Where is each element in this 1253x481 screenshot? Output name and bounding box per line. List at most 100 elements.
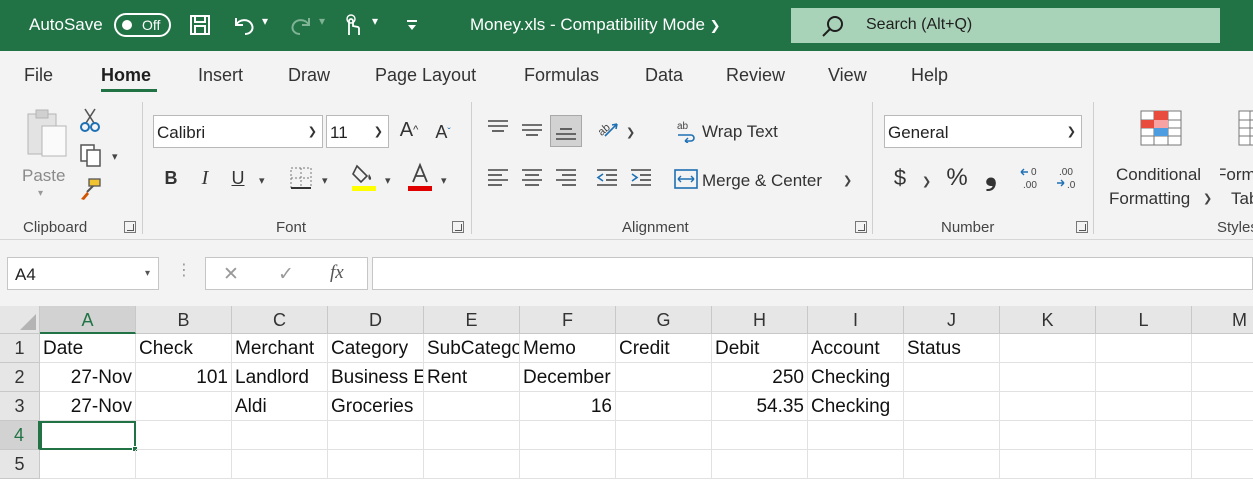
select-all-button[interactable] (0, 306, 40, 334)
tab-file[interactable]: File (24, 65, 53, 86)
wrap-text-icon[interactable]: ab (674, 118, 700, 144)
column-header-i[interactable]: I (808, 306, 904, 334)
document-title[interactable]: Money.xls - Compatibility Mode ❯ (470, 15, 721, 35)
cell-d5[interactable] (328, 450, 424, 479)
cell-m4[interactable] (1192, 421, 1253, 450)
tab-insert[interactable]: Insert (198, 65, 243, 86)
cell-d1[interactable]: Category (328, 334, 424, 363)
cell-k5[interactable] (1000, 450, 1096, 479)
cell-j2[interactable] (904, 363, 1000, 392)
wrap-text-button[interactable]: Wrap Text (702, 122, 778, 142)
align-bottom-icon[interactable] (550, 115, 582, 147)
cell-f1[interactable]: Memo (520, 334, 616, 363)
cell-c3[interactable]: Aldi (232, 392, 328, 421)
currency-format-button[interactable]: $ (888, 164, 912, 192)
cell-m3[interactable] (1192, 392, 1253, 421)
cell-i4[interactable] (808, 421, 904, 450)
tab-home[interactable]: Home (101, 65, 151, 86)
cell-g5[interactable] (616, 450, 712, 479)
tab-formulas[interactable]: Formulas (524, 65, 599, 86)
cell-j4[interactable] (904, 421, 1000, 450)
italic-button[interactable]: I (192, 164, 218, 192)
cell-e2[interactable]: Rent (424, 363, 520, 392)
cell-m2[interactable] (1192, 363, 1253, 392)
font-name-select[interactable]: Calibri ❯ (153, 115, 323, 148)
cell-k2[interactable] (1000, 363, 1096, 392)
bold-button[interactable]: B (158, 164, 184, 192)
touch-mode-icon[interactable] (340, 12, 364, 38)
cell-e1[interactable]: SubCatego (424, 334, 520, 363)
tab-draw[interactable]: Draw (288, 65, 330, 86)
align-left-icon[interactable] (484, 164, 512, 192)
cell-d3[interactable]: Groceries (328, 392, 424, 421)
cell-j3[interactable] (904, 392, 1000, 421)
cell-i3[interactable]: Checking (808, 392, 904, 421)
percent-format-button[interactable]: % (943, 164, 971, 192)
cell-l5[interactable] (1096, 450, 1192, 479)
row-header-5[interactable]: 5 (0, 450, 40, 479)
cell-h5[interactable] (712, 450, 808, 479)
cell-f3[interactable]: 16 (520, 392, 616, 421)
cell-g2[interactable] (616, 363, 712, 392)
paste-button[interactable]: Paste ▾ (22, 106, 70, 199)
orientation-icon[interactable]: ab (594, 114, 622, 142)
cell-b4[interactable] (136, 421, 232, 450)
cancel-entry-icon[interactable]: ✕ (223, 263, 239, 286)
cell-a2[interactable]: 27-Nov (40, 363, 136, 392)
cell-g3[interactable] (616, 392, 712, 421)
borders-icon[interactable] (287, 164, 315, 192)
cell-e5[interactable] (424, 450, 520, 479)
clipboard-launcher-icon[interactable] (124, 221, 136, 233)
column-header-f[interactable]: F (520, 306, 616, 334)
cell-a5[interactable] (40, 450, 136, 479)
formula-bar-grip-icon[interactable]: ⋮ (176, 260, 192, 280)
alignment-launcher-icon[interactable] (855, 221, 867, 233)
increase-decimal-icon[interactable]: 0.00 (1018, 164, 1048, 192)
insert-function-button[interactable]: fx (330, 262, 344, 284)
cell-c4[interactable] (232, 421, 328, 450)
save-icon[interactable] (187, 12, 213, 38)
cell-g4[interactable] (616, 421, 712, 450)
row-header-4[interactable]: 4 (0, 421, 40, 450)
font-size-select[interactable]: 11 ❯ (326, 115, 389, 148)
row-header-3[interactable]: 3 (0, 392, 40, 421)
cell-f5[interactable] (520, 450, 616, 479)
merge-center-button[interactable]: Merge & Center (702, 171, 822, 191)
row-header-2[interactable]: 2 (0, 363, 40, 392)
tab-help[interactable]: Help (911, 65, 948, 86)
undo-dropdown-icon[interactable]: ▾ (262, 14, 268, 28)
comma-style-button[interactable]: ❟ (980, 158, 1002, 191)
currency-dropdown-icon[interactable]: ❯ (922, 175, 931, 188)
number-format-select[interactable]: General ❯ (884, 115, 1082, 148)
cell-a1[interactable]: Date (40, 334, 136, 363)
column-header-h[interactable]: H (712, 306, 808, 334)
column-header-g[interactable]: G (616, 306, 712, 334)
font-color-dropdown-icon[interactable]: ▾ (441, 174, 447, 187)
column-header-e[interactable]: E (424, 306, 520, 334)
name-box[interactable]: A4 ▾ (7, 257, 159, 290)
cell-h4[interactable] (712, 421, 808, 450)
cell-c1[interactable]: Merchant (232, 334, 328, 363)
cell-f4[interactable] (520, 421, 616, 450)
cell-e4[interactable] (424, 421, 520, 450)
cell-l4[interactable] (1096, 421, 1192, 450)
column-header-j[interactable]: J (904, 306, 1000, 334)
merge-dropdown-icon[interactable]: ❯ (843, 174, 852, 187)
cell-a4[interactable] (40, 421, 136, 450)
search-box[interactable]: Search (Alt+Q) (791, 8, 1220, 43)
autosave-toggle[interactable]: Off (114, 13, 171, 37)
undo-icon[interactable] (230, 12, 258, 38)
cell-b5[interactable] (136, 450, 232, 479)
decrease-font-size-icon[interactable]: Aˇ (430, 118, 456, 146)
formula-input[interactable] (372, 257, 1253, 290)
format-as-table-button[interactable]: Format as Table (1220, 106, 1253, 206)
orientation-dropdown-icon[interactable]: ❯ (626, 126, 635, 139)
customize-toolbar-icon[interactable] (402, 12, 422, 38)
cell-m1[interactable] (1192, 334, 1253, 363)
cell-m5[interactable] (1192, 450, 1253, 479)
cell-c5[interactable] (232, 450, 328, 479)
column-header-d[interactable]: D (328, 306, 424, 334)
column-header-b[interactable]: B (136, 306, 232, 334)
fill-color-dropdown-icon[interactable]: ▾ (385, 174, 391, 187)
merge-center-icon[interactable] (673, 166, 699, 192)
